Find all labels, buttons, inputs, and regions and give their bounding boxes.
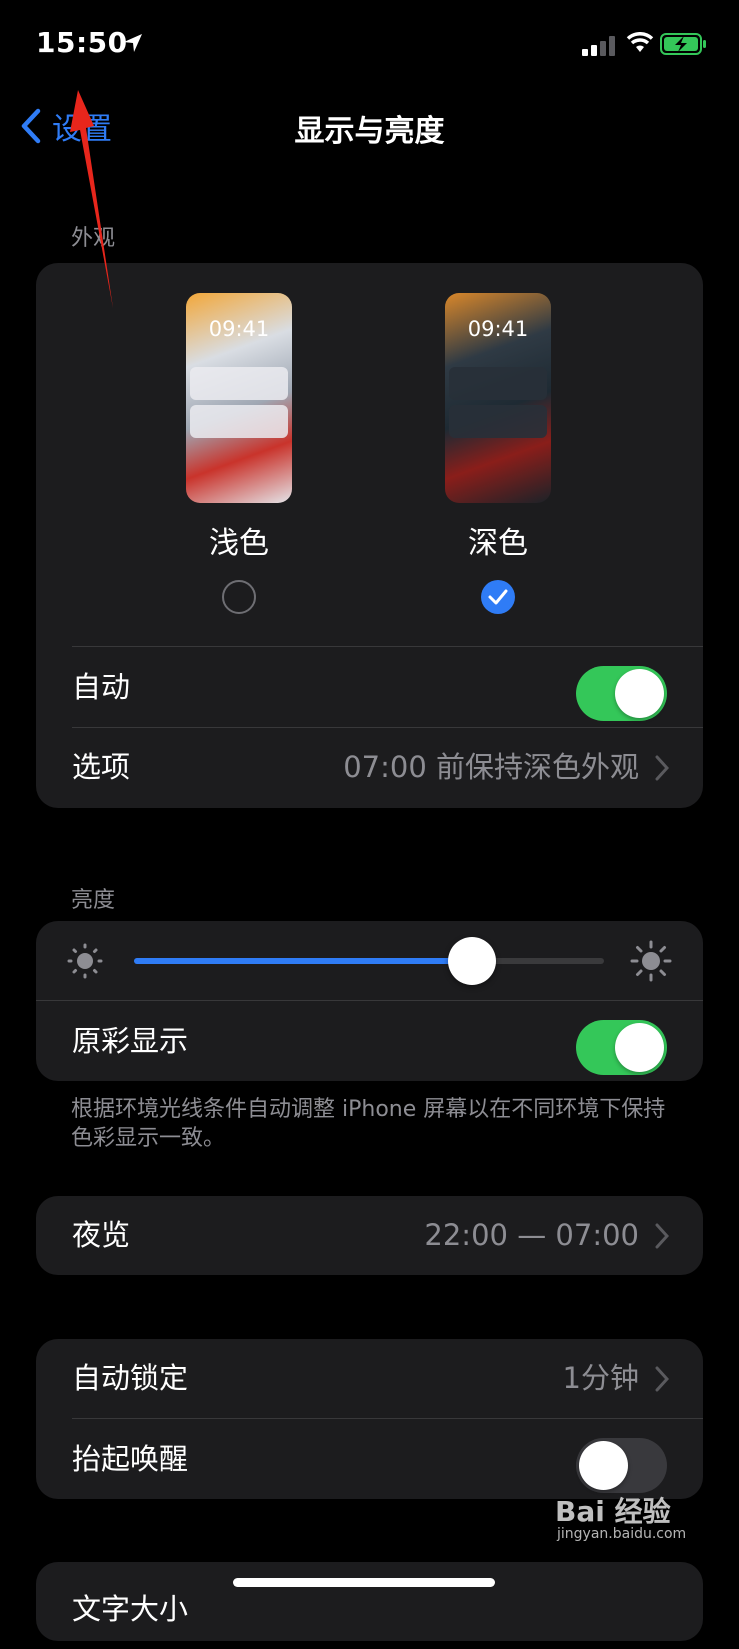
section-label-brightness: 亮度: [71, 888, 116, 913]
dark-mode-radio[interactable]: [481, 580, 515, 614]
watermark-logo: Bai 经验: [555, 1495, 671, 1528]
auto-lock-value: 1分钟: [562, 1361, 639, 1395]
light-mode-radio[interactable]: [222, 580, 256, 614]
annotation-arrow: [70, 90, 113, 308]
battery-charging-icon: [660, 33, 706, 55]
preview-notification: [449, 405, 547, 438]
brightness-slider[interactable]: [134, 937, 604, 985]
preview-notification: [449, 367, 547, 400]
toggle-knob: [579, 1441, 628, 1490]
light-preview-time: 09:41: [208, 317, 270, 341]
text-size-label: 文字大小: [72, 1592, 189, 1626]
light-mode-preview[interactable]: 09:41: [186, 293, 292, 503]
raise-to-wake-row: 抬起唤醒: [36, 1420, 703, 1499]
divider: [72, 646, 703, 647]
true-tone-footnote: 根据环境光线条件自动调整 iPhone 屏幕以在不同环境下保持色彩显示一致。: [71, 1097, 666, 1151]
watermark-url: jingyan.baidu.com: [557, 1526, 687, 1542]
cellular-signal-icon: [582, 36, 615, 56]
status-time: 15:50: [36, 26, 128, 59]
divider: [36, 1000, 703, 1001]
light-mode-label: 浅色: [209, 526, 269, 561]
sun-small-icon: [67, 943, 103, 979]
wifi-icon: [626, 32, 654, 52]
auto-lock-label: 自动锁定: [72, 1361, 189, 1395]
dark-preview-time: 09:41: [467, 317, 529, 341]
sun-large-icon: [630, 940, 672, 982]
toggle-knob: [615, 669, 664, 718]
home-indicator[interactable]: [233, 1578, 495, 1587]
night-shift-label: 夜览: [72, 1218, 131, 1252]
preview-notification: [190, 367, 288, 400]
dark-mode-preview[interactable]: 09:41: [445, 293, 551, 503]
auto-lock-row[interactable]: 自动锁定 1分钟: [36, 1339, 703, 1418]
true-tone-label: 原彩显示: [72, 1024, 189, 1058]
options-value: 07:00 前保持深色外观: [343, 750, 639, 784]
location-arrow-icon: [124, 34, 142, 52]
chevron-right-icon: [655, 755, 669, 781]
auto-appearance-toggle[interactable]: [576, 666, 667, 721]
brightness-slider-fill: [134, 958, 473, 964]
divider: [72, 1418, 703, 1419]
dark-mode-label: 深色: [468, 526, 528, 561]
text-size-row[interactable]: 文字大小: [36, 1562, 703, 1641]
appearance-options-row[interactable]: 选项 07:00 前保持深色外观: [36, 728, 703, 807]
raise-to-wake-label: 抬起唤醒: [72, 1442, 189, 1476]
baidu-watermark: Bai 经验 jingyan.baidu.com: [555, 1490, 739, 1550]
auto-appearance-row: 自动: [36, 648, 703, 727]
true-tone-toggle[interactable]: [576, 1020, 667, 1075]
auto-label: 自动: [72, 670, 131, 704]
checkmark-icon: [488, 589, 508, 605]
true-tone-row: 原彩显示: [36, 1002, 703, 1081]
raise-to-wake-toggle[interactable]: [576, 1438, 667, 1493]
night-shift-value: 22:00 — 07:00: [424, 1218, 639, 1252]
night-shift-row[interactable]: 夜览 22:00 — 07:00: [36, 1196, 703, 1275]
preview-notification: [190, 405, 288, 438]
chevron-right-icon: [655, 1223, 669, 1249]
options-label: 选项: [72, 750, 131, 784]
toggle-knob: [615, 1023, 664, 1072]
chevron-right-icon: [655, 1366, 669, 1392]
